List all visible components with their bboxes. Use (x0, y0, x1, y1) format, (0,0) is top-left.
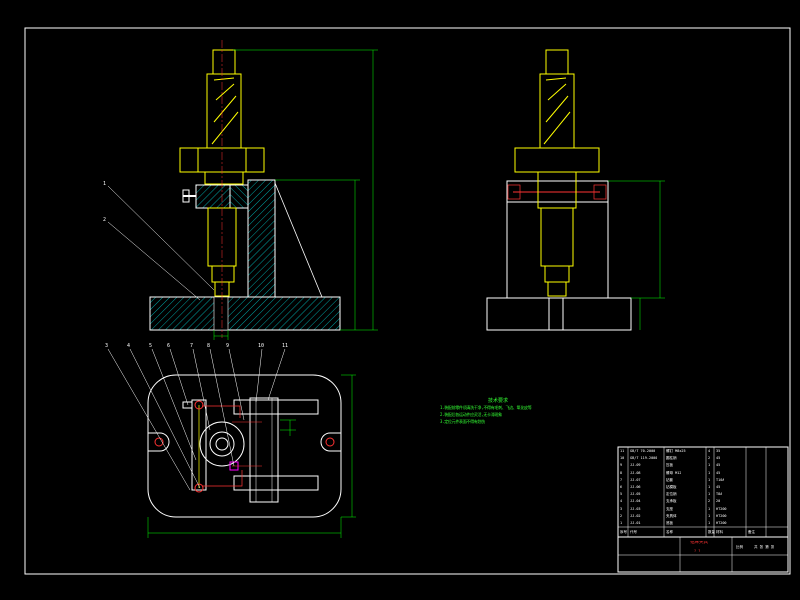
bom-cell: JJ-07 (630, 477, 641, 482)
bom-cell: 定位销 (666, 492, 677, 497)
bom-cell: 支座 (666, 506, 673, 511)
bom-cell: HT200 (716, 506, 727, 511)
bom-cell: 7 (620, 477, 623, 482)
bom-cell: 4 (708, 449, 711, 453)
bom-cell: 1 (708, 470, 711, 475)
callout-4: 4 (127, 343, 131, 349)
callout-11: 11 (282, 343, 289, 349)
top-view (107, 348, 356, 538)
bom-header: 数量 (708, 530, 715, 534)
bom-cell: JJ-08 (630, 470, 641, 475)
bom-cell: 1 (708, 477, 711, 482)
bom-cell: 1 (708, 521, 711, 525)
bom-cell: JJ-01 (630, 521, 641, 525)
bom-cell: 钻套 (666, 477, 673, 482)
tech-requirement-line: 3.定位元件表面不得有划伤 (440, 419, 485, 424)
bom-cell: 20 (716, 499, 721, 504)
bom-cell: 8 (620, 470, 623, 475)
bom-cell: 10 (620, 456, 625, 461)
bom-cell: GB/T 70-2000 (630, 449, 656, 453)
front-view (107, 40, 378, 340)
bom-header: 备注 (748, 530, 755, 534)
bom-cell: 1 (708, 463, 711, 468)
bom-cell: 夹具体 (666, 513, 677, 518)
callout-6: 6 (167, 343, 171, 349)
sheet-label: 共 张 第 张 (754, 545, 775, 549)
bom-header: 材料 (716, 530, 723, 534)
callout-10: 10 (258, 343, 265, 349)
scale-label: 比例 (736, 545, 743, 549)
callout-1: 1 (103, 181, 107, 187)
side-view (486, 49, 665, 331)
bom-cell: 支承板 (666, 499, 677, 504)
tech-requirement-line: 2.装配后各运动件应灵活,无卡滞现象 (440, 412, 502, 417)
bom-cell: 2 (708, 456, 711, 461)
bom-cell: 3 (620, 506, 623, 511)
bom-cell: 6 (620, 485, 623, 489)
callout-2: 2 (103, 217, 107, 223)
callout-5: 5 (149, 343, 153, 349)
title-block-grid (617, 446, 789, 573)
bom-cell: 35 (716, 449, 721, 453)
bom-cell: JJ-03 (630, 506, 641, 511)
bom-cell: JJ-09 (630, 463, 641, 468)
bom-cell: JJ-04 (630, 499, 641, 504)
callout-8: 8 (207, 343, 211, 349)
bom-cell: JJ-05 (630, 492, 641, 497)
bom-cell: 2 (620, 513, 623, 518)
tech-requirements-title: 技术要求 (488, 398, 509, 404)
tech-requirement-line: 1.装配前零件须清洗干净,不得有毛刺、飞边、氧化皮等 (440, 405, 532, 410)
bom-cell: 45 (716, 470, 721, 475)
bom-cell: HT200 (716, 513, 727, 518)
callout-9: 9 (226, 343, 230, 349)
bom-cell: HT200 (716, 521, 727, 525)
bom-cell: 9 (620, 463, 623, 468)
bom-cell: 5 (620, 492, 623, 497)
bom-cell: 4 (620, 499, 623, 504)
bom-cell: 1 (708, 506, 711, 511)
callout-7: 7 (190, 343, 194, 349)
bom-cell: JJ-02 (630, 513, 641, 518)
bom-header: 序号 (620, 530, 627, 534)
bom-cell: 1 (708, 492, 711, 497)
bom-header: 名称 (666, 530, 673, 534)
bom-cell: 1 (620, 521, 623, 525)
drawing-subtitle: ? ? (694, 549, 701, 553)
bom-cell: 11 (620, 449, 625, 453)
drawing-name: 钻床夹具 (690, 541, 708, 545)
callout-3: 3 (105, 343, 109, 349)
bom-cell: 螺钉 M8x25 (666, 449, 686, 453)
bom-cell: 45 (716, 485, 721, 489)
bom-cell: 底板 (666, 521, 673, 525)
bom-header: 代号 (630, 530, 637, 534)
bom-cell: 螺母 M12 (666, 470, 682, 475)
bom-cell: 2 (708, 499, 711, 504)
drawing-canvas (24, 27, 791, 575)
bom-cell: 45 (716, 456, 721, 461)
bom-cell: 1 (708, 485, 711, 489)
bom-cell: 压板 (666, 463, 673, 468)
bom-cell: 圆柱销 (666, 456, 677, 461)
bom-cell: 1 (708, 513, 711, 518)
bom-cell: JJ-06 (630, 485, 641, 489)
bom-cell: T10A (716, 477, 725, 482)
bom-cell: 钻模板 (666, 485, 677, 489)
bom-cell: T8A (716, 492, 723, 497)
bom-cell: 45 (716, 463, 721, 468)
bom-cell: GB/T 119-2000 (630, 456, 658, 461)
